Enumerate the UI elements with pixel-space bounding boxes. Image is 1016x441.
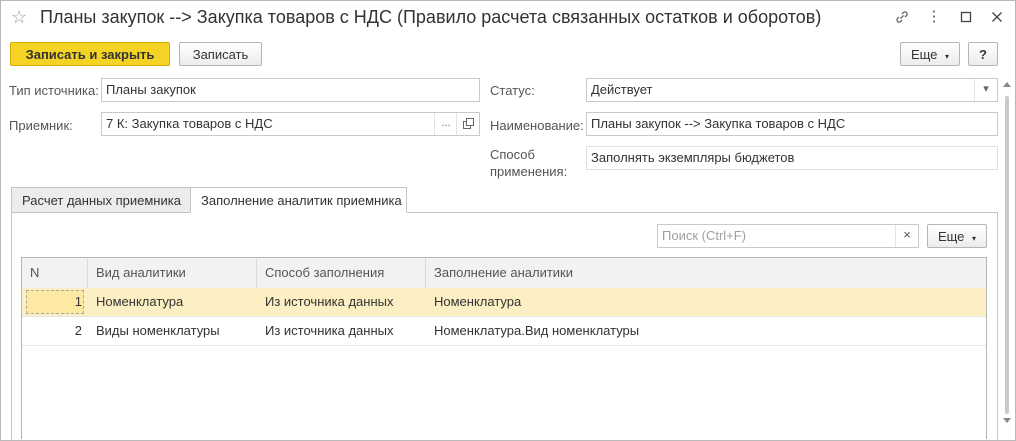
save-and-close-button[interactable]: Записать и закрыть bbox=[10, 42, 170, 66]
tab-receiver-analytics[interactable]: Заполнение аналитик приемника bbox=[190, 187, 407, 213]
form-window: ☆ Планы закупок --> Закупка товаров с НД… bbox=[0, 0, 1016, 441]
title-bar: ☆ Планы закупок --> Закупка товаров с НД… bbox=[1, 1, 1015, 35]
name-label: Наименование: bbox=[490, 118, 584, 133]
receiver-value: 7 К: Закупка товаров с НДС bbox=[106, 116, 273, 131]
column-header-n[interactable]: N bbox=[22, 258, 88, 288]
help-button[interactable]: ? bbox=[968, 42, 998, 66]
row-kind: Виды номенклатуры bbox=[96, 323, 220, 338]
chevron-down-icon: ▾ bbox=[945, 52, 950, 61]
save-button[interactable]: Записать bbox=[179, 42, 262, 66]
method-field[interactable]: Заполнять экземпляры бюджетов bbox=[586, 146, 998, 170]
row-method: Из источника данных bbox=[265, 294, 394, 309]
scroll-thumb[interactable] bbox=[1005, 96, 1009, 414]
scroll-up-icon[interactable] bbox=[1003, 82, 1011, 87]
row-method: Из источника данных bbox=[265, 323, 394, 338]
open-icon[interactable] bbox=[456, 113, 479, 135]
column-header-fill[interactable]: Заполнение аналитики bbox=[426, 258, 986, 288]
row-number: 1 bbox=[74, 294, 82, 309]
row-kind: Номенклатура bbox=[96, 294, 184, 309]
table-more-button[interactable]: Еще ▾ bbox=[927, 224, 987, 248]
close-icon[interactable] bbox=[986, 6, 1008, 28]
receiver-field[interactable]: 7 К: Закупка товаров с НДС ... bbox=[101, 112, 480, 136]
table-header: N Вид аналитики Способ заполнения Заполн… bbox=[22, 258, 986, 289]
more-button[interactable]: Еще ▾ bbox=[900, 42, 960, 66]
source-type-label: Тип источника: bbox=[9, 83, 99, 98]
status-select[interactable]: Действует ▾ bbox=[586, 78, 998, 102]
method-label-line1: Способ bbox=[490, 147, 535, 162]
table-more-label: Еще bbox=[937, 229, 965, 244]
name-field[interactable]: Планы закупок --> Закупка товаров с НДС bbox=[586, 112, 998, 136]
more-button-label: Еще bbox=[910, 47, 938, 62]
more-icon[interactable]: ⋮ bbox=[923, 6, 945, 28]
receiver-label: Приемник: bbox=[9, 118, 73, 133]
maximize-icon[interactable] bbox=[955, 6, 977, 28]
row-fill: Номенклатура.Вид номенклатуры bbox=[434, 323, 640, 338]
column-header-method[interactable]: Способ заполнения bbox=[257, 258, 426, 288]
chevron-down-icon[interactable]: ▾ bbox=[974, 79, 997, 101]
row-fill: Номенклатура bbox=[434, 294, 522, 309]
table-row[interactable]: 1 Номенклатура Из источника данных Номен… bbox=[22, 288, 986, 317]
window-title: Планы закупок --> Закупка товаров с НДС … bbox=[40, 7, 822, 27]
method-label-line2: применения: bbox=[490, 164, 568, 179]
clear-search-icon[interactable]: × bbox=[895, 225, 918, 247]
command-bar: Записать и закрыть Записать Еще ▾ ? bbox=[1, 39, 1015, 69]
search-input[interactable]: Поиск (Ctrl+F) × bbox=[657, 224, 919, 248]
source-type-field[interactable]: Планы закупок bbox=[101, 78, 480, 102]
column-header-kind[interactable]: Вид аналитики bbox=[88, 258, 257, 288]
search-placeholder: Поиск (Ctrl+F) bbox=[662, 228, 747, 243]
status-value: Действует bbox=[591, 82, 653, 97]
link-icon[interactable] bbox=[891, 6, 913, 28]
tab-receiver-calc[interactable]: Расчет данных приемника bbox=[11, 187, 191, 213]
star-icon[interactable]: ☆ bbox=[11, 7, 27, 28]
chevron-down-icon: ▾ bbox=[972, 234, 977, 243]
form-scrollbar[interactable] bbox=[1000, 78, 1014, 440]
scroll-down-icon[interactable] bbox=[1003, 418, 1011, 423]
row-number: 2 bbox=[74, 323, 82, 338]
status-label: Статус: bbox=[490, 83, 535, 98]
analytics-table[interactable]: N Вид аналитики Способ заполнения Заполн… bbox=[21, 257, 987, 439]
select-ellipsis-icon[interactable]: ... bbox=[434, 113, 457, 135]
table-row[interactable]: 2 Виды номенклатуры Из источника данных … bbox=[22, 317, 986, 346]
